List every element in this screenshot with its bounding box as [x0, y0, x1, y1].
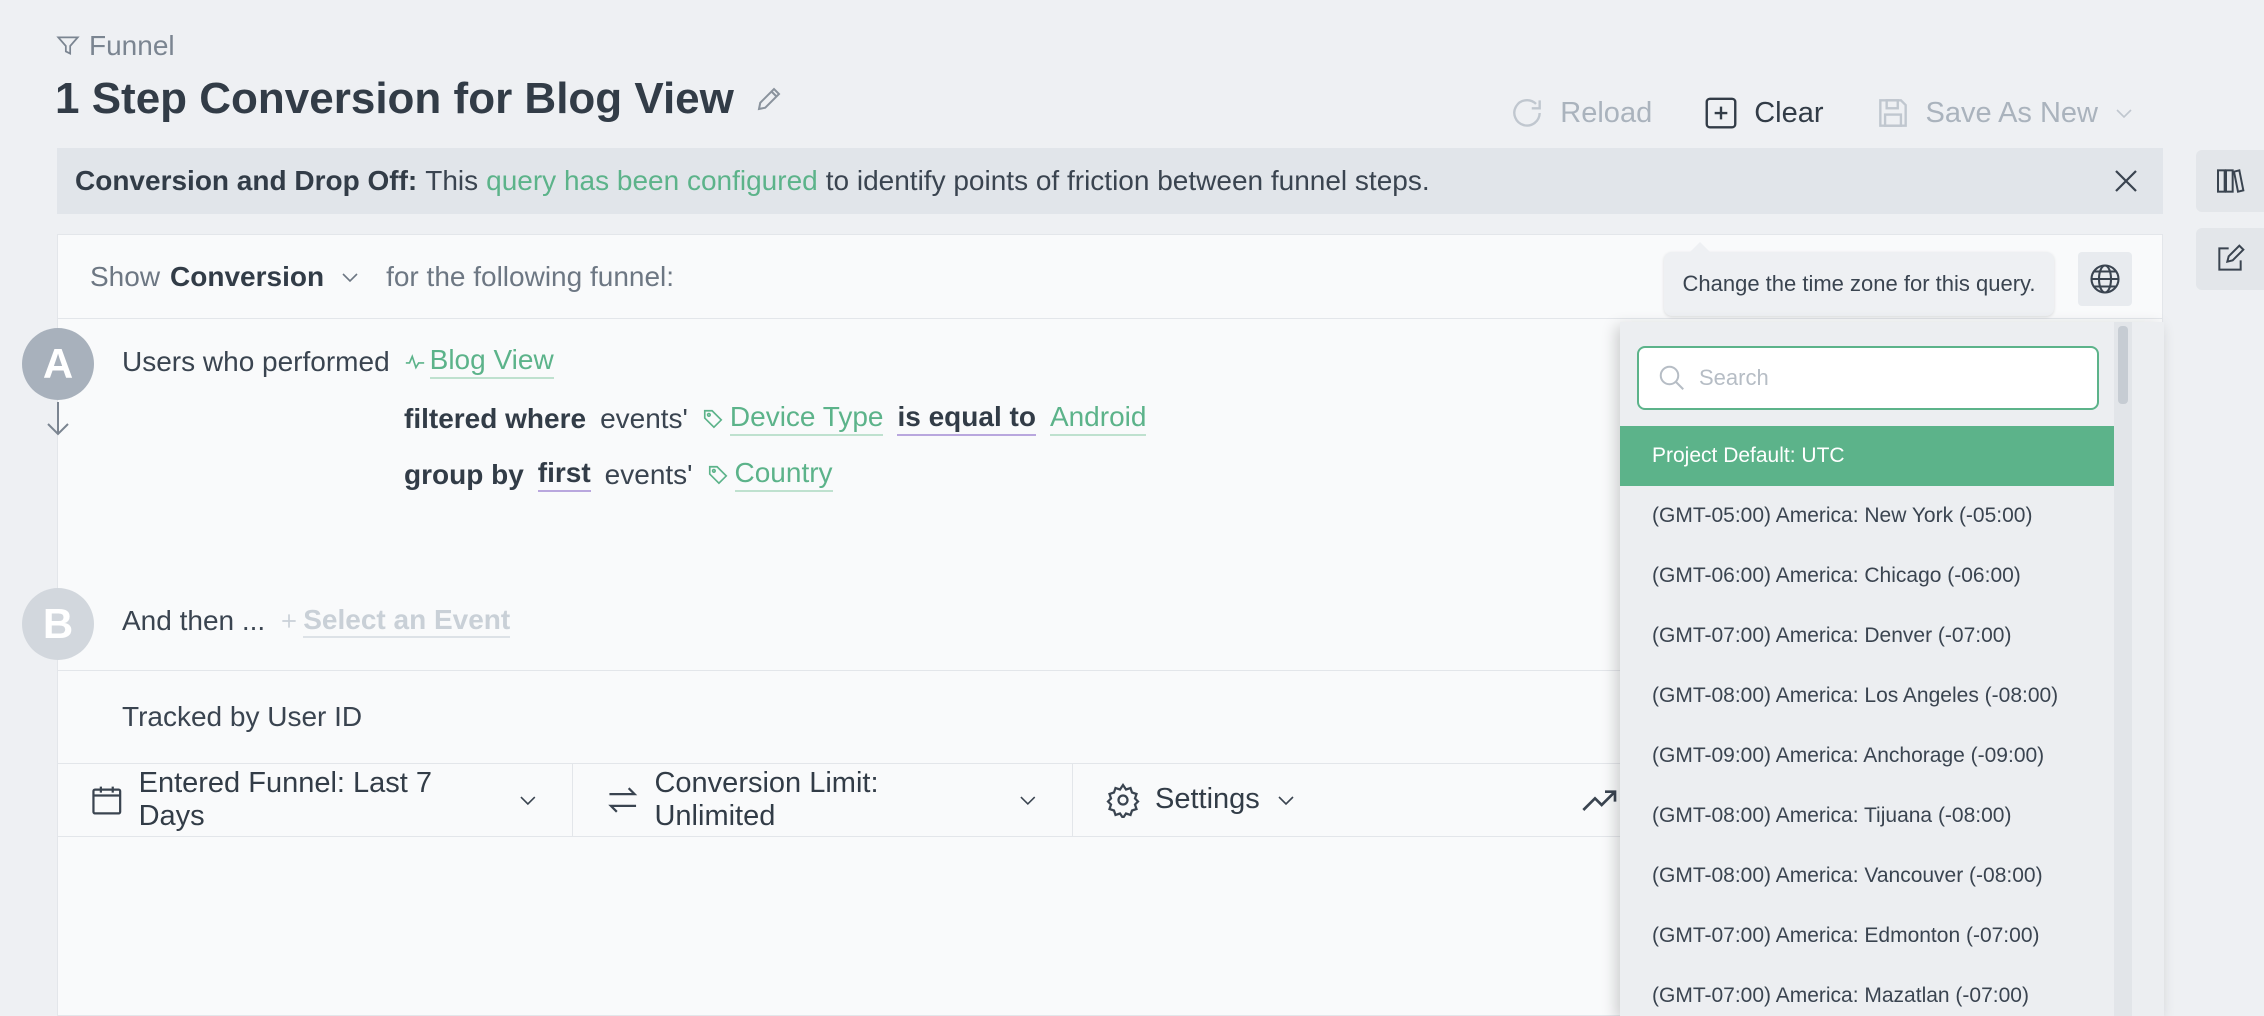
timezone-option[interactable]: (GMT-08:00) America: Los Angeles (-08:00… [1620, 666, 2114, 726]
group-property: Country [734, 457, 833, 492]
filtered-where-label: filtered where [404, 402, 587, 434]
dropdown-scrollbar[interactable] [2114, 322, 2132, 1016]
timezone-options: Project Default: UTC (GMT-05:00) America… [1620, 426, 2114, 1016]
pencil-icon[interactable] [754, 84, 784, 114]
chevron-down-icon [520, 795, 536, 805]
activity-icon [405, 353, 424, 369]
chevron-down-icon [2116, 109, 2132, 119]
timezone-option[interactable]: Project Default: UTC [1620, 426, 2114, 486]
show-label: Show [90, 260, 161, 292]
event-selector[interactable]: Blog View [404, 344, 554, 379]
timezone-option[interactable]: (GMT-08:00) America: Vancouver (-08:00) [1620, 846, 2114, 906]
page-title-row: 1 Step Conversion for Blog View [55, 74, 784, 124]
globe-icon [2090, 264, 2120, 294]
and-then-label: And then ... [122, 605, 266, 636]
tag-icon [708, 465, 727, 484]
arrow-down-icon [47, 402, 69, 436]
timezone-search[interactable] [1637, 346, 2099, 410]
plus-icon [282, 614, 296, 628]
toolbar: Reload Clear Save As New [1508, 94, 2136, 132]
step-b-row: And then ... Select an Event [122, 604, 511, 638]
trend-icon[interactable] [1580, 785, 1620, 815]
save-icon [1878, 99, 1907, 127]
banner-heading: Conversion and Drop Off: [75, 165, 418, 196]
conversion-limit-label: Conversion Limit: Unlimited [654, 766, 879, 832]
calendar-icon [92, 786, 122, 814]
timezone-option[interactable]: (GMT-07:00) America: Denver (-07:00) [1620, 606, 2114, 666]
info-banner: Conversion and Drop Off: This query has … [57, 148, 2163, 214]
breadcrumb[interactable]: Funnel [55, 30, 175, 62]
save-as-new-label: Save As New [1925, 96, 2098, 129]
step-a-event-row: Users who performed Blog View [122, 344, 554, 379]
group-by-label: group by [404, 458, 524, 490]
events-label: events' [604, 458, 693, 490]
timezone-option[interactable]: (GMT-05:00) America: New York (-05:00) [1620, 486, 2114, 546]
library-button[interactable] [2196, 150, 2264, 212]
filter-value[interactable]: Android [1049, 401, 1147, 436]
timezone-option[interactable]: (GMT-07:00) America: Edmonton (-07:00) [1620, 906, 2114, 966]
conversion-limit-selector[interactable]: Conversion Limit: Unlimited [573, 763, 1073, 836]
step-a-group-row: group by first events' Country [404, 457, 833, 492]
performed-label: Users who performed [122, 345, 390, 377]
funnel-icon [56, 36, 80, 55]
library-icon [2217, 169, 2245, 193]
settings-label: Settings [1155, 783, 1260, 815]
chevron-down-icon [1278, 795, 1294, 805]
timezone-option[interactable]: (GMT-09:00) America: Anchorage (-09:00) [1620, 726, 2114, 786]
notes-button[interactable] [2196, 228, 2264, 290]
select-event-button[interactable]: Select an Event [279, 604, 511, 638]
tracked-by-label[interactable]: Tracked by User ID [122, 701, 362, 733]
metric-selector[interactable]: Conversion [170, 261, 362, 293]
banner-link[interactable]: query has been configured [486, 165, 818, 197]
reload-button[interactable]: Reload [1508, 94, 1652, 132]
page-title: 1 Step Conversion for Blog View [55, 74, 734, 123]
edit-icon [2218, 244, 2245, 271]
timezone-option[interactable]: (GMT-07:00) America: Mazatlan (-07:00) [1620, 966, 2114, 1016]
tag-icon [703, 409, 723, 428]
step-a-filter-row: filtered where events' Device Type is eq… [404, 401, 1147, 436]
add-square-icon [1705, 97, 1737, 129]
chevron-down-icon [342, 272, 358, 282]
step-a-badge: A [22, 328, 94, 400]
gear-icon [1106, 782, 1140, 818]
swap-icon [608, 786, 638, 813]
metric-label: Conversion [170, 260, 325, 292]
clear-button[interactable]: Clear [1702, 94, 1824, 132]
select-event-label: Select an Event [303, 604, 511, 638]
operator-selector[interactable]: is equal to [897, 401, 1036, 436]
timezone-search-input[interactable] [1699, 365, 2079, 391]
date-range-selector[interactable]: Entered Funnel: Last 7 Days [57, 763, 573, 836]
timezone-option[interactable]: (GMT-06:00) America: Chicago (-06:00) [1620, 546, 2114, 606]
close-icon[interactable] [2111, 166, 2141, 196]
filter-property-selector[interactable]: Device Type [702, 401, 884, 436]
timezone-button[interactable] [2078, 252, 2132, 306]
clear-label: Clear [1754, 96, 1824, 129]
filter-property: Device Type [729, 401, 884, 436]
save-as-new-button[interactable]: Save As New [1874, 94, 2136, 132]
timezone-tooltip: Change the time zone for this query. [1664, 242, 2054, 316]
group-property-selector[interactable]: Country [707, 457, 833, 492]
reload-icon [1513, 99, 1542, 127]
banner-text-pre: This [425, 165, 479, 196]
reload-label: Reload [1560, 96, 1653, 129]
step-b-badge: B [22, 588, 94, 660]
tooltip-text: Change the time zone for this query. [1682, 271, 2036, 296]
search-icon [1659, 365, 1684, 390]
timezone-option[interactable]: (GMT-08:00) America: Tijuana (-08:00) [1620, 786, 2114, 846]
breadcrumb-label: Funnel [89, 30, 175, 61]
events-label: events' [600, 402, 688, 434]
date-range-label: Entered Funnel: Last 7 Days [138, 766, 433, 832]
banner-text-post: to identify points of friction between f… [825, 165, 1430, 196]
settings-selector[interactable]: Settings [1073, 763, 1330, 836]
group-mode-selector[interactable]: first [537, 457, 591, 492]
event-name: Blog View [429, 344, 554, 379]
timezone-dropdown: Project Default: UTC (GMT-05:00) America… [1620, 322, 2164, 1016]
dropdown-scroll-thumb[interactable] [2118, 326, 2128, 404]
query-suffix: for the following funnel: [386, 260, 675, 292]
chevron-down-icon [1020, 795, 1036, 805]
